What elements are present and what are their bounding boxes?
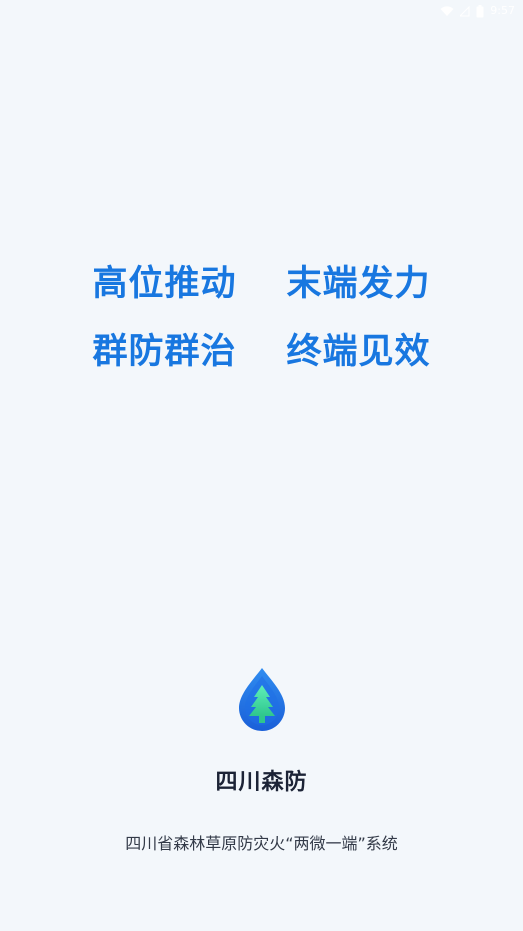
status-bar: 9:57 — [0, 0, 523, 22]
slogan-text: 高位推动 — [92, 264, 237, 304]
slogan-block: 高位推动 末端发力 群防群治 终端见效 — [0, 258, 523, 394]
slogan-text: 群防群治 — [92, 332, 237, 372]
app-description: 四川省森林草原防灾火“两微一端”系统 — [125, 834, 398, 853]
status-icons: 9:57 — [440, 3, 515, 19]
battery-icon — [476, 4, 484, 18]
app-name: 四川森防 — [215, 770, 308, 795]
app-logo-icon — [235, 666, 289, 732]
status-time: 9:57 — [490, 4, 515, 17]
slogan-row-2: 群防群治 终端见效 — [0, 326, 523, 378]
wifi-icon — [440, 5, 454, 17]
slogan-text: 末端发力 — [286, 264, 431, 304]
signal-icon — [460, 5, 470, 17]
slogan-text: 终端见效 — [286, 332, 431, 372]
slogan-row-1: 高位推动 末端发力 — [0, 258, 523, 310]
